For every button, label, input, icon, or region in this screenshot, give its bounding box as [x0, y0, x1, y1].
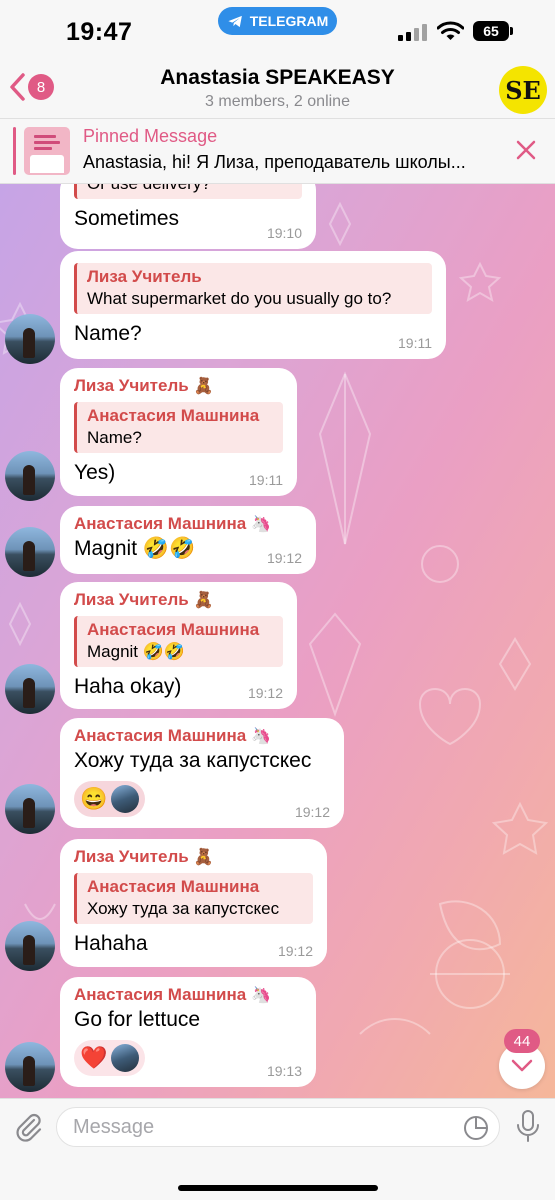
reply-quote[interactable]: Анастасия Машнина Name?: [74, 402, 283, 453]
composer-bar: [0, 1098, 555, 1200]
message-text: Хожу туда за капустскес: [74, 749, 312, 772]
message-bubble[interactable]: Лиза Учитель What supermarket do you usu…: [60, 251, 446, 359]
avatar[interactable]: [5, 314, 55, 364]
reply-quote-text: What supermarket do you usually go to?: [87, 289, 392, 308]
sender-emoji-status: 🧸: [193, 849, 214, 866]
sender-emoji-status: 🦄: [250, 516, 271, 533]
message-time: 19:12: [277, 943, 313, 959]
message-time: 19:12: [294, 804, 330, 820]
avatar[interactable]: [5, 921, 55, 971]
reaction-chip[interactable]: 😄: [74, 781, 146, 817]
microphone-icon[interactable]: [515, 1109, 541, 1143]
reaction-emoji: ❤️: [80, 1045, 108, 1070]
sender-emoji-status: 🧸: [193, 378, 214, 395]
avatar[interactable]: [5, 527, 55, 577]
sender-name[interactable]: Анастасия Машнина 🦄: [74, 726, 330, 746]
chat-area[interactable]: Or use delivery? Sometimes 19:10 Лиза Уч…: [0, 184, 555, 1098]
reply-quote[interactable]: Лиза Учитель What supermarket do you usu…: [74, 263, 432, 314]
clock: 19:47: [66, 18, 133, 46]
telegram-pill-label: TELEGRAM: [249, 13, 329, 29]
sender-name[interactable]: Лиза Учитель 🧸: [74, 590, 283, 610]
reaction-chip[interactable]: ❤️: [74, 1040, 146, 1076]
message-bubble[interactable]: Лиза Учитель 🧸 Анастасия Машнина Хожу ту…: [60, 839, 327, 967]
reply-quote-text: Magnit 🤣🤣: [87, 642, 186, 661]
message-bubble[interactable]: Анастасия Машнина 🦄 Go for lettuce ❤️ 19…: [60, 977, 316, 1087]
back-button[interactable]: 8: [8, 72, 54, 102]
reply-quote[interactable]: Анастасия Машнина Хожу туда за капустске…: [74, 873, 313, 924]
chevron-down-icon: [511, 1059, 533, 1072]
message-time: 19:11: [249, 472, 283, 488]
sender-emoji-status: 🦄: [250, 987, 271, 1004]
reply-quote-author: Анастасия Машнина: [87, 406, 260, 425]
sender-name-text: Анастасия Машнина: [74, 985, 247, 1004]
sender-name-text: Анастасия Машнина: [74, 514, 247, 533]
cellular-signal-icon: [398, 24, 427, 41]
message-field[interactable]: [56, 1107, 500, 1147]
reply-quote-author: Анастасия Машнина: [87, 877, 260, 896]
reply-quote-text: Or use delivery?: [87, 184, 292, 194]
sender-name[interactable]: Анастасия Машнина 🦄: [74, 985, 302, 1005]
reply-quote[interactable]: Or use delivery?: [74, 184, 302, 199]
unread-mentions-badge: 44: [504, 1029, 540, 1053]
wifi-icon: [437, 21, 464, 40]
reactor-avatar: [111, 1044, 140, 1072]
message-time: 19:12: [266, 550, 302, 566]
avatar[interactable]: [5, 1042, 55, 1092]
pinned-indicator: [13, 127, 16, 175]
close-icon[interactable]: [515, 139, 537, 161]
message-bubble[interactable]: Or use delivery? Sometimes 19:10: [60, 184, 316, 249]
reactor-avatar: [111, 785, 140, 813]
message-time: 19:12: [247, 685, 283, 701]
reply-quote-text: Name?: [87, 428, 142, 447]
reaction-emoji: 😄: [80, 786, 108, 811]
sender-emoji-status: 🦄: [250, 728, 271, 745]
avatar[interactable]: [5, 451, 55, 501]
pinned-message-bar[interactable]: Pinned Message Anastasia, hi! Я Лиза, пр…: [0, 118, 555, 184]
sender-name[interactable]: Лиза Учитель 🧸: [74, 847, 313, 867]
reply-quote[interactable]: Анастасия Машнина Magnit 🤣🤣: [74, 616, 283, 667]
message-text: Go for lettuce: [74, 1008, 201, 1031]
avatar[interactable]: [5, 664, 55, 714]
group-avatar[interactable]: SE: [499, 66, 547, 114]
battery-icon: 65: [473, 21, 513, 41]
message-time: 19:11: [398, 335, 432, 351]
sender-name[interactable]: Лиза Учитель 🧸: [74, 376, 283, 396]
chat-subtitle: 3 members, 2 online: [205, 93, 350, 110]
chat-header: 8 Anastasia SPEAKEASY 3 members, 2 onlin…: [0, 62, 555, 118]
message-bubble[interactable]: Лиза Учитель 🧸 Анастасия Машнина Magnit …: [60, 582, 297, 709]
message-text: Name?: [74, 322, 142, 345]
message-time: 19:13: [266, 1063, 302, 1079]
chat-title: Anastasia SPEAKEASY: [160, 66, 395, 89]
sender-name-text: Анастасия Машнина: [74, 726, 247, 745]
sender-name[interactable]: Анастасия Машнина 🦄: [74, 514, 302, 534]
telegram-icon: [228, 15, 242, 27]
sender-emoji-status: 🧸: [193, 592, 214, 609]
home-indicator: [178, 1185, 378, 1191]
message-bubble[interactable]: Лиза Учитель 🧸 Анастасия Машнина Name? Y…: [60, 368, 297, 496]
message-bubble[interactable]: Анастасия Машнина 🦄 Magnit 🤣🤣 19:12: [60, 506, 316, 574]
pinned-thumbnail: [24, 127, 70, 175]
pinned-text: Anastasia, hi! Я Лиза, преподаватель шко…: [83, 152, 466, 172]
telegram-pill[interactable]: TELEGRAM: [218, 7, 337, 35]
avatar[interactable]: [5, 784, 55, 834]
sender-name-text: Лиза Учитель: [74, 376, 189, 395]
message-bubble[interactable]: Анастасия Машнина 🦄 Хожу туда за капустс…: [60, 718, 344, 828]
paperclip-icon[interactable]: [12, 1111, 44, 1143]
sender-name-text: Лиза Учитель: [74, 847, 189, 866]
reply-quote-author: Лиза Учитель: [87, 267, 202, 286]
sticker-icon[interactable]: [463, 1115, 489, 1141]
sender-name-text: Лиза Учитель: [74, 590, 189, 609]
chat-title-area[interactable]: Anastasia SPEAKEASY 3 members, 2 online: [90, 66, 465, 111]
reply-quote-author: Анастасия Машнина: [87, 620, 260, 639]
chevron-left-icon: [10, 73, 25, 101]
pinned-title: Pinned Message: [83, 126, 218, 146]
message-time: 19:10: [266, 225, 302, 241]
reply-quote-text: Хожу туда за капустскес: [87, 899, 280, 918]
status-bar: 19:47 TELEGRAM 65: [0, 0, 555, 62]
unread-count-badge: 8: [28, 74, 54, 100]
message-input[interactable]: [73, 1116, 453, 1139]
